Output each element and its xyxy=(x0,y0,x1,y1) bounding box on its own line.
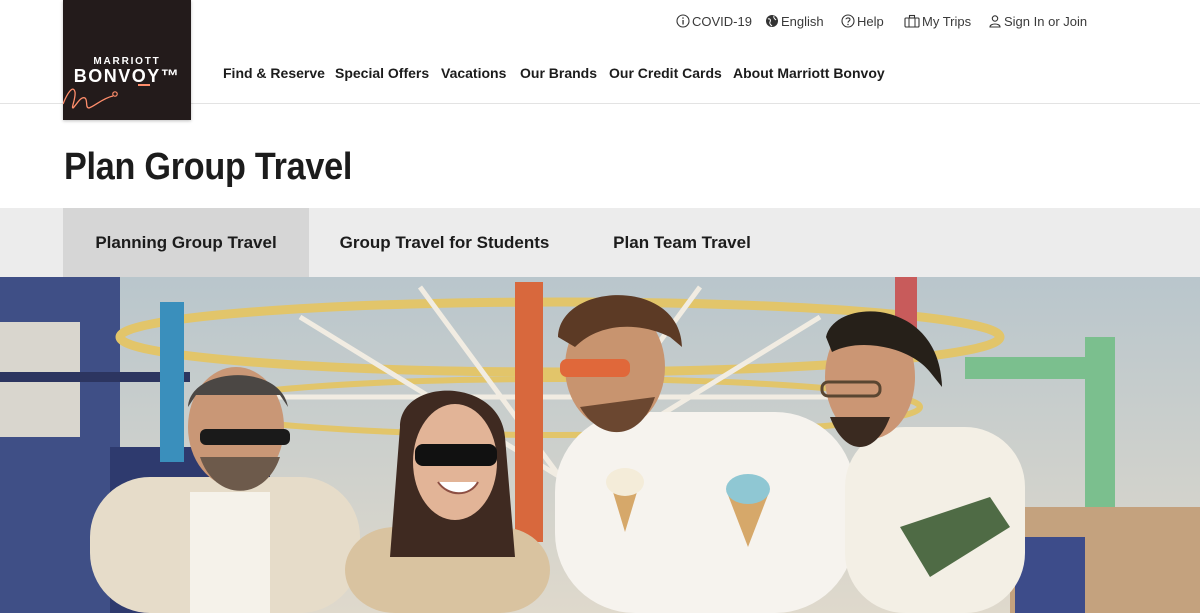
covid-19-link[interactable]: COVID-19 xyxy=(676,12,752,30)
tab-plan-team-travel[interactable]: Plan Team Travel xyxy=(580,208,784,277)
nav-about-marriott-bonvoy[interactable]: About Marriott Bonvoy xyxy=(733,65,885,81)
nav-our-credit-cards[interactable]: Our Credit Cards xyxy=(609,65,722,81)
globe-icon xyxy=(766,15,778,27)
hero-illustration xyxy=(0,277,1200,613)
nav-our-brands[interactable]: Our Brands xyxy=(520,65,597,81)
my-trips-link[interactable]: My Trips xyxy=(904,12,971,30)
my-trips-label: My Trips xyxy=(922,13,972,29)
tab-group-travel-for-students[interactable]: Group Travel for Students xyxy=(309,208,580,277)
logo-signature-graphic xyxy=(63,84,150,109)
info-icon xyxy=(676,14,690,28)
language-selector[interactable]: English xyxy=(765,12,824,30)
sign-in-link[interactable]: Sign In or Join xyxy=(988,12,1087,30)
nav-vacations[interactable]: Vacations xyxy=(441,65,506,81)
nav-special-offers[interactable]: Special Offers xyxy=(335,65,429,81)
help-label: Help xyxy=(857,13,884,29)
suitcase-icon xyxy=(904,14,920,28)
sign-in-label: Sign In or Join xyxy=(1004,13,1088,29)
user-icon xyxy=(989,15,1001,28)
covid-19-label: COVID-19 xyxy=(692,13,752,29)
nav-find-reserve[interactable]: Find & Reserve xyxy=(223,65,325,81)
marriott-bonvoy-logo[interactable]: MARRIOTT BONVOY™ xyxy=(63,0,191,120)
help-link[interactable]: Help xyxy=(841,12,884,30)
site-header: MARRIOTT BONVOY™ COVID-19 English Help M… xyxy=(0,0,1200,120)
page-title: Plan Group Travel xyxy=(64,146,353,188)
tab-bar: Planning Group Travel Group Travel for S… xyxy=(0,208,1200,277)
tab-planning-group-travel[interactable]: Planning Group Travel xyxy=(63,208,309,277)
hero-image xyxy=(0,277,1200,613)
language-label: English xyxy=(781,13,824,29)
help-icon xyxy=(841,14,855,28)
